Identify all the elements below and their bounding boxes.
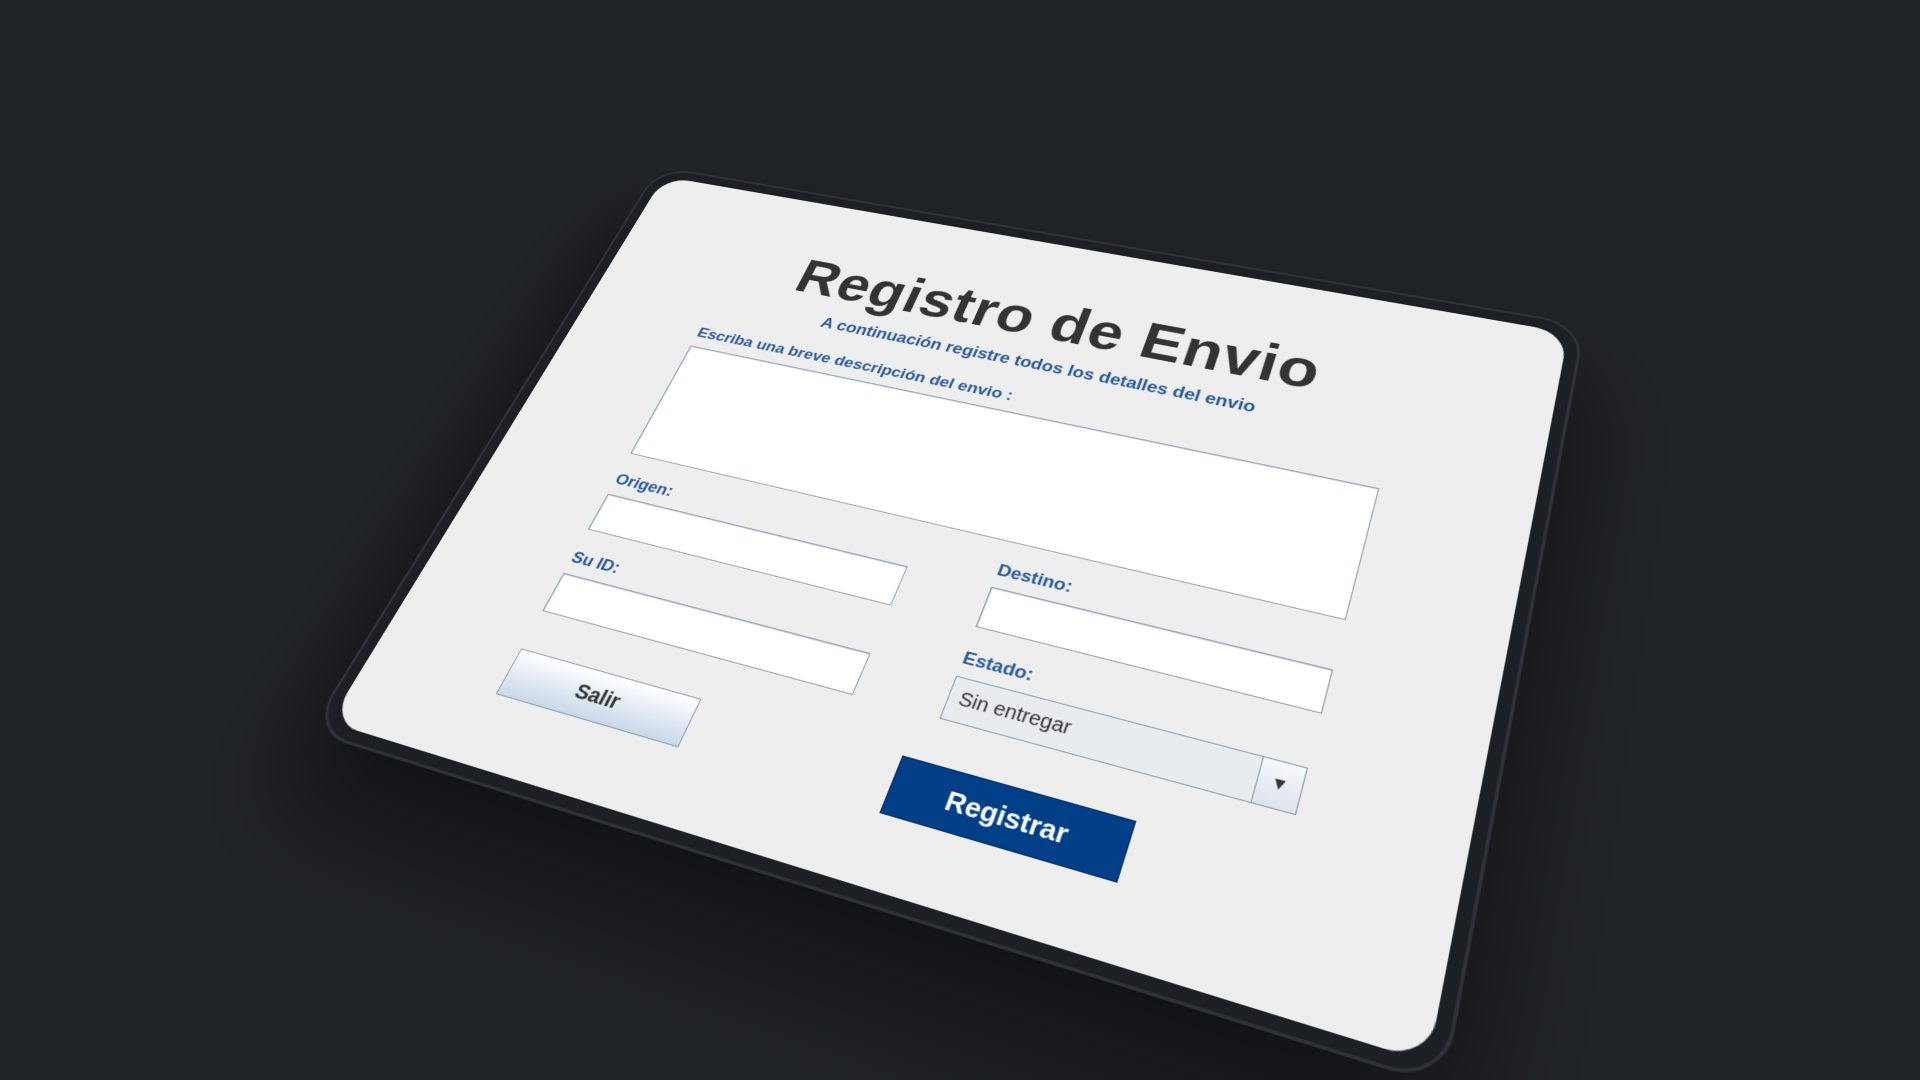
id-label: Su ID: (567, 548, 624, 578)
status-selected-value: Sin entregar (955, 688, 1075, 740)
exit-button[interactable]: Salir (495, 648, 702, 748)
stage: Registro de Envio A continuación registr… (0, 0, 1920, 1080)
origin-input[interactable] (587, 493, 908, 606)
chevron-down-icon[interactable]: ▼ (1250, 756, 1307, 814)
tablet-device: Registro de Envio A continuación registr… (308, 166, 1586, 1080)
register-button[interactable]: Registrar (879, 755, 1137, 883)
form-window: Registro de Envio A continuación registr… (329, 176, 1569, 1063)
